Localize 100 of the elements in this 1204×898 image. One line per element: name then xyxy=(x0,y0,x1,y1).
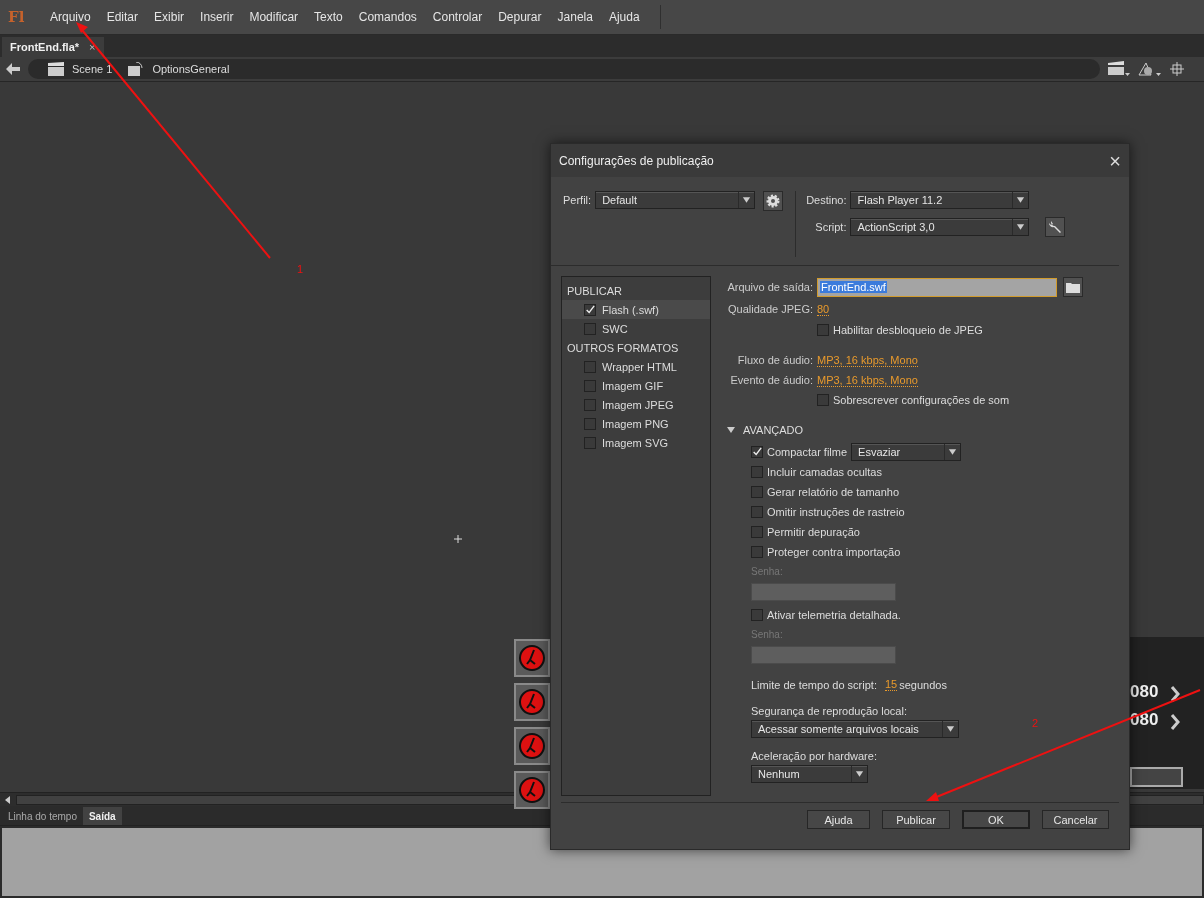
field-label: Aceleração por hardware: xyxy=(751,750,878,762)
app-logo: Fl xyxy=(8,8,26,26)
format-item[interactable]: Imagem JPEG xyxy=(562,395,710,414)
checkbox[interactable] xyxy=(817,324,829,336)
crosshair-icon xyxy=(454,535,462,543)
menu-item[interactable]: Arquivo xyxy=(42,10,99,24)
wrench-icon xyxy=(1048,220,1063,234)
scroll-left-icon[interactable] xyxy=(4,795,12,804)
compression-select[interactable]: Esvaziar xyxy=(851,443,962,461)
checkbox[interactable] xyxy=(751,466,763,478)
checkbox[interactable] xyxy=(751,526,763,538)
list-header: PUBLICAR xyxy=(566,283,624,299)
wrench-button[interactable] xyxy=(1045,217,1066,237)
checkbox[interactable] xyxy=(584,322,596,335)
checkbox[interactable] xyxy=(817,394,829,406)
playback-security-select[interactable]: Acessar somente arquivos locais xyxy=(751,720,959,738)
checkbox-label: Permitir depuração xyxy=(767,526,860,538)
menu-item[interactable]: Ajuda xyxy=(600,10,648,24)
dialog-button[interactable]: Publicar xyxy=(882,810,950,829)
checkbox[interactable] xyxy=(584,436,596,449)
checkbox[interactable] xyxy=(751,506,763,518)
checkbox[interactable] xyxy=(751,546,763,558)
panel-tab[interactable]: Linha do tempo xyxy=(2,807,83,825)
checkbox[interactable] xyxy=(751,609,763,621)
field-label: Destino: xyxy=(806,194,847,206)
breadcrumb-item[interactable]: Scene 1 xyxy=(72,63,113,75)
format-item[interactable]: Flash (.swf) xyxy=(562,300,710,319)
menu-item[interactable]: Texto xyxy=(306,10,351,24)
field-label: Limite de tempo do script: xyxy=(751,678,877,691)
checkbox[interactable] xyxy=(584,417,596,430)
checkbox[interactable] xyxy=(584,379,596,392)
folder-button[interactable] xyxy=(1063,277,1083,297)
field-label: Segurança de reprodução local: xyxy=(751,705,908,717)
shapes-icon[interactable] xyxy=(1138,61,1162,77)
chevron-icon xyxy=(1170,686,1180,702)
target-select[interactable]: Flash Player 11.2 xyxy=(850,191,1030,209)
menu-item[interactable]: Depurar xyxy=(490,10,550,24)
field-label: Evento de áudio: xyxy=(729,374,813,386)
format-item[interactable]: Imagem GIF xyxy=(562,376,710,395)
unit-label: segundos xyxy=(899,678,947,691)
menu-item[interactable]: Comandos xyxy=(350,10,425,24)
annotation-label: 1 xyxy=(297,263,304,275)
checkbox-label: Proteger contra importação xyxy=(767,546,901,558)
field-label: Perfil: xyxy=(563,194,592,206)
stage-text: 080 xyxy=(1130,682,1159,702)
folder-icon xyxy=(1066,281,1080,293)
annotation-label: 2 xyxy=(1032,717,1039,729)
checkbox[interactable] xyxy=(584,303,596,316)
back-arrow-icon[interactable] xyxy=(6,63,20,75)
stage-text: 080 xyxy=(1130,710,1159,730)
gear-icon xyxy=(766,194,781,208)
symbol-icon xyxy=(128,62,145,76)
checkbox-label: Incluir camadas ocultas xyxy=(767,466,882,478)
checkbox-label: Sobrescrever configurações de som xyxy=(833,394,1010,406)
close-icon[interactable]: × xyxy=(89,41,96,53)
checkbox-label: Omitir instruções de rastreio xyxy=(767,506,905,518)
audio-setting-value[interactable]: MP3, 16 kbps, Mono xyxy=(817,353,918,367)
checkbox[interactable] xyxy=(584,360,596,373)
crosshair-icon[interactable] xyxy=(1170,62,1184,76)
close-button[interactable]: × xyxy=(1109,150,1121,171)
menu-item[interactable]: Editar xyxy=(98,10,147,24)
panel-tab[interactable]: Saída xyxy=(82,807,122,825)
checkbox[interactable] xyxy=(751,486,763,498)
dialog-button[interactable]: Ajuda xyxy=(807,810,870,829)
clapperboard-icon[interactable] xyxy=(1108,61,1130,77)
breadcrumb-item[interactable]: OptionsGeneral xyxy=(152,63,230,75)
menu-item[interactable]: Exibir xyxy=(146,10,193,24)
menu-item[interactable]: Controlar xyxy=(424,10,491,24)
checkbox-label: Ativar telemetria detalhada. xyxy=(767,609,901,621)
format-item[interactable]: Imagem PNG xyxy=(562,414,710,433)
checkbox-label: Habilitar desbloqueio de JPEG xyxy=(833,324,983,336)
dialog-button[interactable]: OK xyxy=(962,810,1030,829)
stage-button-drawing xyxy=(514,727,550,765)
checkbox[interactable] xyxy=(584,398,596,411)
checkbox-label: Compactar filme xyxy=(767,446,848,458)
stage-button-drawing xyxy=(514,639,550,677)
audio-setting-value[interactable]: MP3, 16 kbps, Mono xyxy=(817,373,918,387)
advanced-section-toggle[interactable]: AVANÇADO xyxy=(727,424,1119,436)
format-item[interactable]: SWC xyxy=(562,319,710,338)
profile-select[interactable]: Default xyxy=(595,191,756,209)
checkbox[interactable] xyxy=(751,446,763,458)
triangle-icon xyxy=(727,426,735,434)
menu-item[interactable]: Inserir xyxy=(192,10,242,24)
output-file-field[interactable]: FrontEnd.swf xyxy=(817,277,1057,297)
dialog-button[interactable]: Cancelar xyxy=(1042,810,1109,829)
settings-button[interactable] xyxy=(763,191,784,211)
menu-item[interactable]: Modificar xyxy=(241,10,307,24)
format-item[interactable]: Imagem SVG xyxy=(562,433,710,452)
format-item[interactable]: Wrapper HTML xyxy=(562,357,710,376)
clapperboard-icon xyxy=(48,62,64,76)
stage-button-drawing xyxy=(514,771,550,809)
jpeg-quality-value[interactable]: 80 xyxy=(817,302,830,316)
chevron-icon xyxy=(1170,714,1180,730)
hardware-select[interactable]: Nenhum xyxy=(751,765,868,783)
checkbox-label: Gerar relatório de tamanho xyxy=(767,486,900,498)
script-select[interactable]: ActionScript 3,0 xyxy=(850,218,1030,236)
document-tab[interactable]: FrontEnd.fla* × xyxy=(2,37,104,57)
field-label: Arquivo de saída: xyxy=(726,281,813,293)
menu-item[interactable]: Janela xyxy=(549,10,601,24)
time-limit-value[interactable]: 15 xyxy=(884,678,898,691)
